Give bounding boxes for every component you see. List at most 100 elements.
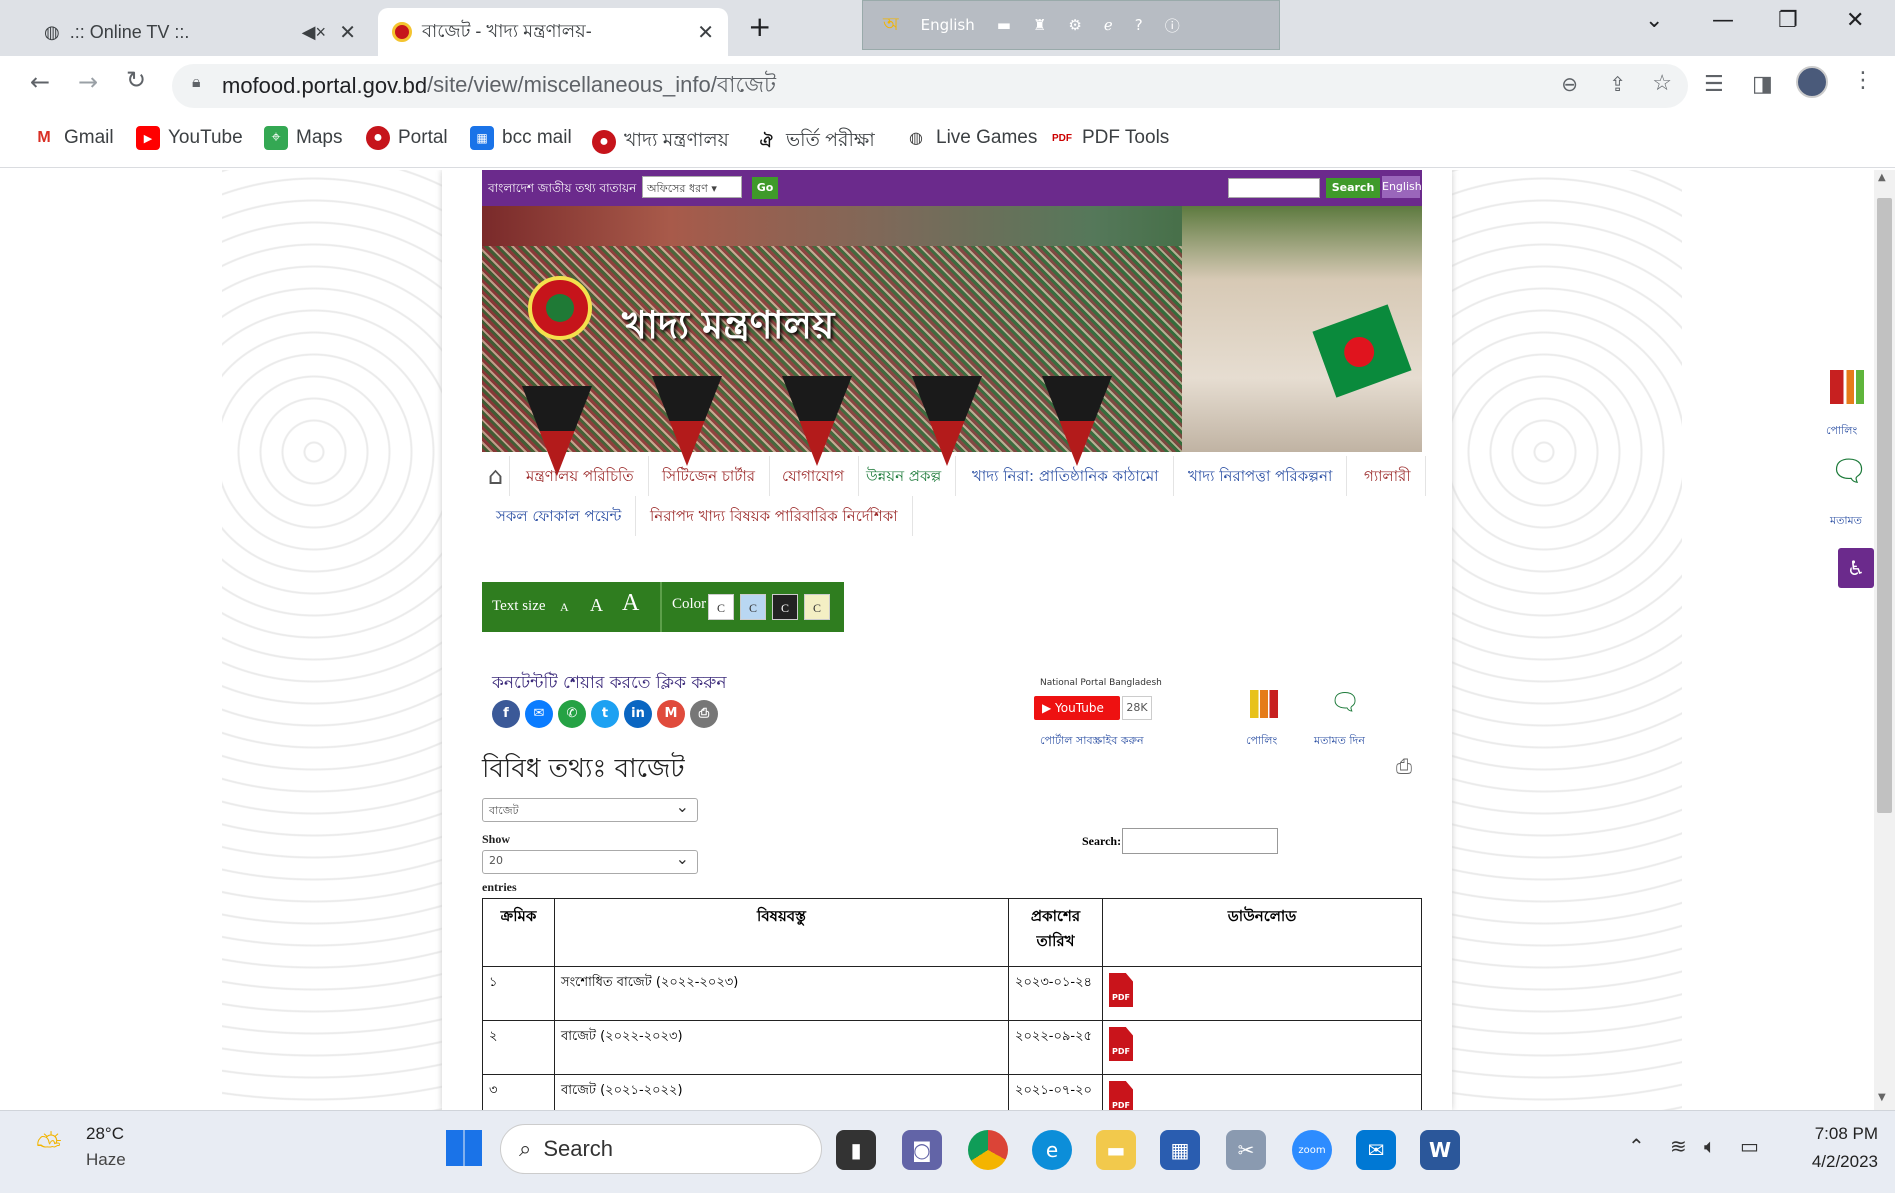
text-size-large[interactable]: A (622, 590, 639, 617)
close-window-icon[interactable]: ✕ (1846, 8, 1864, 33)
linkedin-icon[interactable]: in (624, 700, 652, 728)
table-search-input[interactable] (1122, 828, 1278, 854)
lock-icon[interactable]: 🔒︎ (192, 74, 201, 92)
menu-item-focal-points[interactable]: সকল ফোকাল পয়েন্ট (482, 496, 637, 536)
minimize-icon[interactable]: — (1712, 8, 1734, 33)
tab-search-icon[interactable]: ⌄ (1645, 8, 1663, 33)
restore-icon[interactable]: ❐ (1778, 8, 1798, 33)
polling-link[interactable]: পোলিং (1246, 732, 1277, 751)
keyboard-icon[interactable]: ▬ (997, 16, 1011, 34)
info-icon[interactable]: ⓘ (1165, 15, 1180, 36)
scrollbar-thumb[interactable] (1877, 198, 1892, 813)
whatsapp-icon[interactable]: ✆ (558, 700, 586, 728)
bookmark-youtube[interactable]: ▶ YouTube (136, 126, 243, 150)
scroll-down-icon[interactable]: ▼ (1878, 1092, 1886, 1103)
side-feedback-icon[interactable]: 🗨︎ (1830, 454, 1868, 489)
bookmark-food-ministry[interactable]: ● খাদ্য মন্ত্রণালয় (592, 126, 729, 158)
tray-chevron-icon[interactable]: ⌃ (1628, 1134, 1645, 1158)
chrome-icon[interactable] (968, 1130, 1008, 1170)
reload-icon[interactable]: ↻ (126, 66, 146, 94)
color-option-white[interactable]: C (708, 594, 734, 620)
snipping-tool-icon[interactable]: ✂ (1226, 1130, 1266, 1170)
menu-item-development[interactable]: উন্নয়ন প্রকল্প (852, 456, 957, 496)
zoom-icon[interactable]: ⊖ (1561, 72, 1578, 97)
go-button[interactable]: Go (752, 177, 778, 199)
side-feedback-label[interactable]: মতামত (1830, 512, 1862, 531)
battery-icon[interactable]: ▭ (1740, 1134, 1759, 1158)
col-date[interactable]: প্রকাশের তারিখ (1008, 898, 1103, 967)
youtube-button[interactable]: ▶ YouTube (1034, 696, 1120, 720)
mail-icon[interactable]: ✉ (1356, 1130, 1396, 1170)
col-download[interactable]: ডাউনলোড (1102, 898, 1422, 967)
home-icon[interactable]: ⌂ (482, 456, 511, 496)
text-size-medium[interactable]: A (590, 595, 603, 616)
menu-item-contact[interactable]: যোগাযোগ (768, 456, 860, 496)
menu-item-gallery[interactable]: গ্যালারী (1350, 456, 1426, 496)
email-icon[interactable]: M (657, 700, 685, 728)
settings-icon[interactable]: ⚙ (1068, 16, 1081, 34)
bookmark-gmail[interactable]: M Gmail (32, 126, 113, 150)
word-icon[interactable]: W (1420, 1130, 1460, 1170)
weather-temp[interactable]: 28°C (86, 1124, 124, 1144)
messenger-icon[interactable]: ✉ (525, 700, 553, 728)
brush-icon[interactable]: ♜ (1033, 16, 1046, 34)
teams-icon[interactable]: ◙ (902, 1130, 942, 1170)
scroll-up-icon[interactable]: ▲ (1878, 172, 1886, 183)
bookmark-bcc-mail[interactable]: ▦ bcc mail (470, 126, 572, 150)
menu-item-citizen-charter[interactable]: সিটিজেন চার্টার (648, 456, 771, 496)
file-explorer-icon[interactable]: ▬ (1096, 1130, 1136, 1170)
print-icon[interactable]: ⎙ (1396, 754, 1412, 778)
text-size-small[interactable]: A (560, 600, 569, 615)
site-search-button[interactable]: Search (1326, 178, 1380, 198)
category-select[interactable]: বাজেট (482, 797, 698, 822)
color-option-cream[interactable]: C (804, 594, 830, 620)
accessibility-icon[interactable]: ♿︎ (1838, 548, 1874, 588)
english-button[interactable]: English (1382, 176, 1422, 198)
wifi-icon[interactable]: ≋ (1670, 1134, 1687, 1158)
feedback-icon[interactable]: 🗨︎ (1330, 688, 1360, 716)
bookmark-maps[interactable]: ⌖ Maps (264, 126, 342, 150)
pdf-download-icon[interactable]: PDF (1109, 973, 1133, 1007)
bookmark-portal[interactable]: ● Portal (366, 126, 448, 150)
close-tab-icon[interactable]: ✕ (339, 20, 356, 45)
back-icon[interactable]: ← (30, 68, 50, 96)
reading-list-icon[interactable]: ☰ (1704, 72, 1724, 97)
volume-icon[interactable]: 🔈︎ (1704, 1134, 1716, 1158)
taskbar-search[interactable]: ⌕ Search (500, 1124, 822, 1174)
col-subject[interactable]: বিষয়বস্তু (554, 898, 1009, 967)
task-view-icon[interactable]: ▮ (836, 1130, 876, 1170)
clock-date[interactable]: 4/2/2023 (1788, 1152, 1878, 1172)
edge-icon[interactable]: e (1032, 1130, 1072, 1170)
menu-kebab-icon[interactable]: ⋮ (1852, 68, 1874, 93)
facebook-icon[interactable]: f (492, 700, 520, 728)
zoom-app-icon[interactable]: zoom (1292, 1130, 1332, 1170)
bookmark-star-icon[interactable]: ☆ (1652, 70, 1672, 96)
address-bar[interactable]: 🔒︎ mofood.portal.gov.bd/site/view/miscel… (172, 64, 1688, 108)
site-search-input[interactable] (1228, 178, 1320, 198)
browser-icon[interactable]: ℯ (1104, 16, 1113, 34)
clock-time[interactable]: 7:08 PM (1788, 1124, 1878, 1144)
tab-budget[interactable]: বাজেট - খাদ্য মন্ত্রণালয়- ✕ (378, 8, 728, 56)
bookmark-admission[interactable]: ঐ ভর্তি পরীক্ষা (754, 126, 875, 158)
portal-label[interactable]: বাংলাদেশ জাতীয় তথ্য বাতায়ন (488, 180, 636, 200)
mute-icon[interactable]: ◀× (302, 22, 326, 43)
subscribe-link[interactable]: পোর্টাল সাবস্ক্রাইব করুন (1040, 732, 1144, 751)
col-serial[interactable]: ক্রমিক (482, 898, 555, 967)
ime-language[interactable]: English (921, 16, 975, 34)
weather-icon[interactable]: ⛅︎ (36, 1126, 62, 1165)
menu-item-safe-food-guide[interactable]: নিরাপদ খাদ্য বিষয়ক পারিবারিক নির্দেশিকা (636, 496, 913, 536)
entries-select[interactable]: 20 (482, 849, 698, 874)
menu-item-ministry-intro[interactable]: মন্ত্রণালয় পরিচিতি (512, 456, 649, 496)
side-polling-icon[interactable] (1830, 370, 1864, 404)
weather-condition[interactable]: Haze (86, 1150, 126, 1170)
pdf-download-icon[interactable]: PDF (1109, 1081, 1133, 1110)
feedback-link[interactable]: মতামত দিন (1314, 732, 1365, 751)
color-option-black[interactable]: C (772, 594, 798, 620)
twitter-icon[interactable]: t (591, 700, 619, 728)
side-polling-label[interactable]: পোলিং (1826, 422, 1857, 441)
side-panel-icon[interactable]: ◨ (1752, 72, 1773, 97)
tab-online-tv[interactable]: ◍ .:: Online TV ::. ◀× ✕ (30, 8, 370, 56)
bookmark-live-games[interactable]: ◍ Live Games (904, 126, 1037, 150)
profile-avatar[interactable] (1796, 66, 1828, 98)
share-icon[interactable]: ⇪ (1609, 72, 1626, 97)
